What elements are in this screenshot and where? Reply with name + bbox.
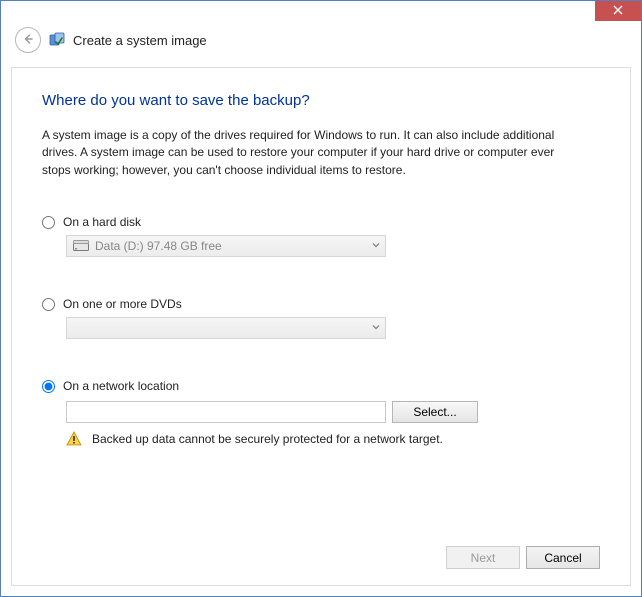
dvd-combo[interactable] xyxy=(66,317,386,339)
radio-network[interactable] xyxy=(42,380,55,393)
radio-hard-disk[interactable] xyxy=(42,216,55,229)
chevron-down-icon xyxy=(371,239,381,253)
option-hard-disk[interactable]: On a hard disk xyxy=(42,215,600,229)
titlebar xyxy=(1,1,641,23)
next-button[interactable]: Next xyxy=(446,546,520,569)
close-icon xyxy=(613,4,623,18)
warning-icon xyxy=(66,431,82,447)
footer: Next Cancel xyxy=(42,530,600,569)
cancel-button[interactable]: Cancel xyxy=(526,546,600,569)
hard-disk-combo[interactable]: Data (D:) 97.48 GB free xyxy=(66,235,386,257)
option-dvd-label: On one or more DVDs xyxy=(63,297,182,311)
network-path-input[interactable] xyxy=(66,401,386,423)
select-button[interactable]: Select... xyxy=(392,401,478,423)
chevron-down-icon xyxy=(371,321,381,335)
option-network-label: On a network location xyxy=(63,379,179,393)
close-button[interactable] xyxy=(595,1,641,21)
drive-icon xyxy=(73,240,89,252)
system-image-icon xyxy=(49,32,65,48)
option-dvd[interactable]: On one or more DVDs xyxy=(42,297,600,311)
hard-disk-combo-value: Data (D:) 97.48 GB free xyxy=(95,239,222,253)
back-button[interactable] xyxy=(15,27,41,53)
description: A system image is a copy of the drives r… xyxy=(42,127,582,179)
back-arrow-icon xyxy=(21,32,35,49)
heading: Where do you want to save the backup? xyxy=(42,92,600,109)
header-row: Create a system image xyxy=(1,23,641,67)
option-hard-disk-label: On a hard disk xyxy=(63,215,141,229)
network-warning-text: Backed up data cannot be securely protec… xyxy=(92,432,443,446)
radio-dvd[interactable] xyxy=(42,298,55,311)
content-panel: Where do you want to save the backup? A … xyxy=(11,67,631,586)
wizard-window: Create a system image Where do you want … xyxy=(0,0,642,597)
page-title: Create a system image xyxy=(73,33,207,48)
option-network[interactable]: On a network location xyxy=(42,379,600,393)
